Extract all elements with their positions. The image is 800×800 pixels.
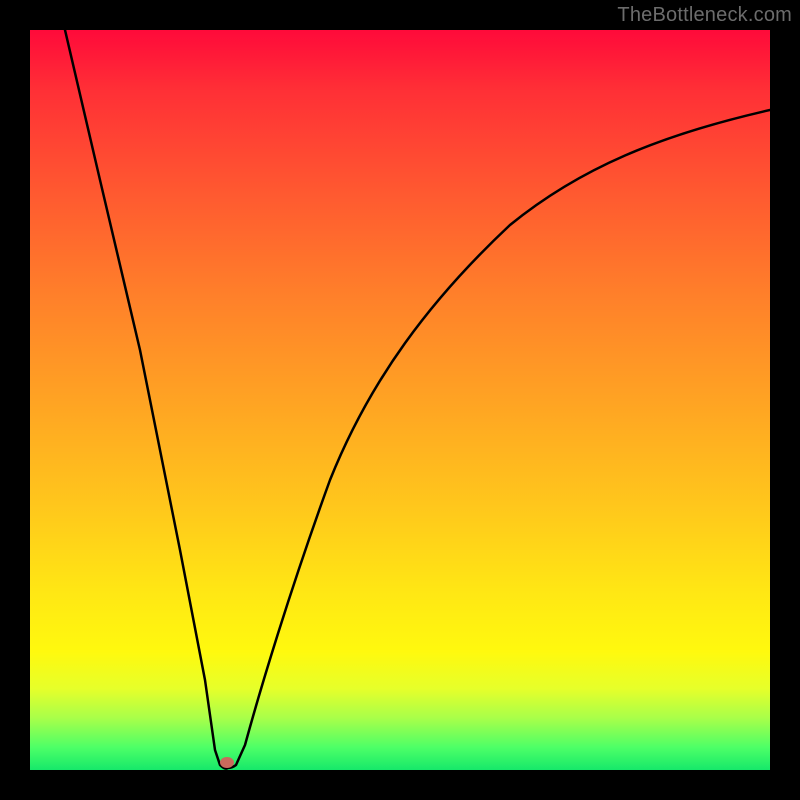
chart-frame: TheBottleneck.com [0,0,800,800]
curve-path [65,30,770,769]
plot-area [30,30,770,770]
bottleneck-curve [30,30,770,770]
minimum-marker [220,757,234,768]
watermark-text: TheBottleneck.com [617,4,792,27]
